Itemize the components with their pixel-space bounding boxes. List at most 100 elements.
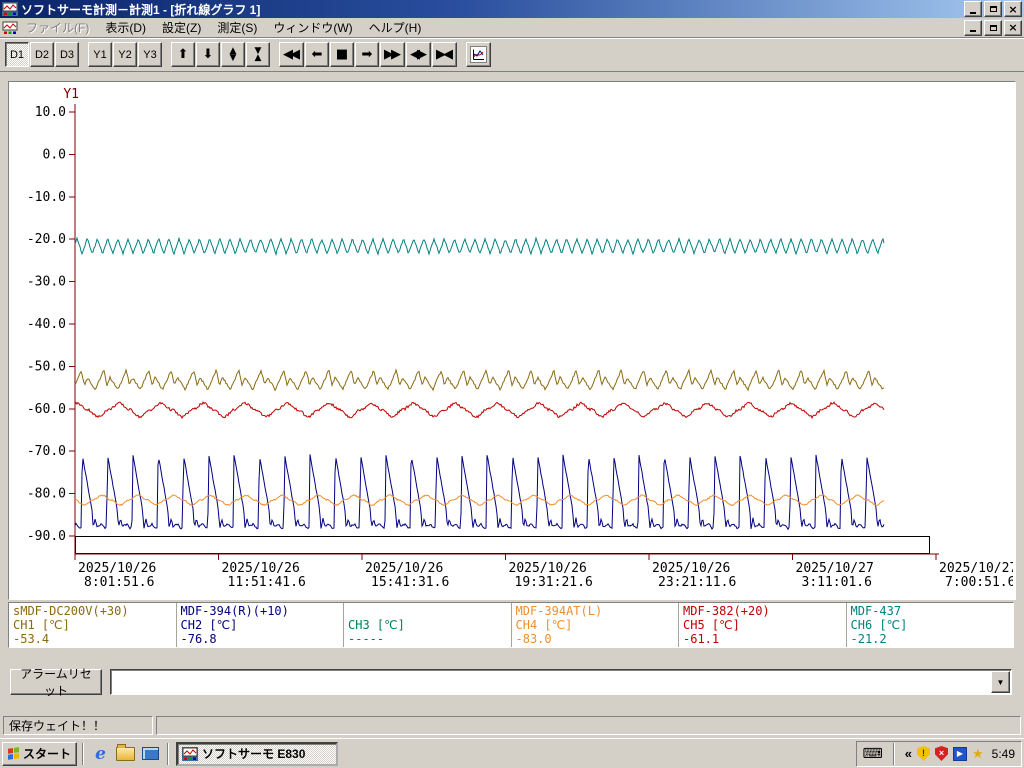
toolbar-button-expand-vertical[interactable]: ▲ ▼ (221, 42, 245, 67)
child-restore-button[interactable] (984, 19, 1002, 36)
tray-divider (892, 742, 895, 765)
legend-cell-ch5: MDF-382(+20) CH5 [℃] -61.1 (679, 603, 847, 647)
toolbar-button-scroll-right[interactable]: ➡ (355, 42, 379, 67)
toolbar-separator (271, 42, 279, 67)
legend-cell-ch6: MDF-437 CH6 [℃] -21.2 (847, 603, 1014, 647)
svg-text:19:31:21.6: 19:31:21.6 (515, 575, 593, 590)
legend-cell-ch2: MDF-394(R)(+10) CH2 [℃] -76.8 (177, 603, 344, 647)
channel-label: CH3 [℃] (348, 618, 405, 632)
scroll-down-icon: ⬇ (202, 47, 214, 62)
system-tray: ⌨ «! × ▶ ★ 5:49 (855, 740, 1022, 767)
channel-label: CH4 [℃] (515, 618, 573, 632)
channel-sensor-name: MDF-394AT(L) (515, 604, 603, 618)
channel-value: -83.0 (515, 632, 552, 646)
messenger-star-icon[interactable]: ★ (972, 746, 984, 762)
channel-value: -21.2 (850, 632, 887, 646)
channel-label: CH6 [℃] (850, 618, 908, 632)
menu-settings[interactable]: 設定(Z) (154, 17, 209, 38)
keyboard-indicator-icon[interactable]: ⌨ (863, 747, 883, 761)
alarm-combobox: ▼ (110, 669, 1012, 695)
toolbar-button-graph-display[interactable] (466, 42, 491, 67)
menu-window[interactable]: ウィンドウ(W) (265, 17, 360, 38)
toolbar-button-d1[interactable]: D1 (5, 42, 29, 67)
status-extra-panel (156, 716, 1021, 735)
series-line-ch6 (74, 236, 885, 257)
child-minimize-button[interactable] (964, 19, 982, 36)
series-line-ch1 (74, 368, 885, 392)
alarm-combobox-field[interactable] (112, 671, 991, 693)
fast-forward-icon: ▶▶ (384, 47, 401, 62)
channel-sensor-name: MDF-382(+20) (683, 604, 770, 618)
toolbar-button-compress-horizontal[interactable]: ▶◀ (432, 42, 457, 67)
channel-legend: sMDF-DC200V(+30) CH1 [℃] -53.4 MDF-394(R)(+… (8, 602, 1014, 648)
legend-cell-ch3: CH3 [℃] ----- (344, 603, 512, 647)
graph-window-client: Y1 10.0 0.0 -10.0 -20.0 -30.0 -40.0 -50.0 -60.0 -… (0, 71, 1024, 713)
menu-view[interactable]: 表示(D) (97, 17, 154, 38)
menu-measure[interactable]: 測定(S) (209, 17, 265, 38)
restore-button[interactable] (984, 1, 1002, 17)
toolbar-button-y2[interactable]: Y2 (113, 42, 137, 67)
quick-launch-bar: e (89, 743, 162, 765)
axis-lines (74, 104, 939, 555)
svg-text:2025/10/26: 2025/10/26 (78, 561, 156, 576)
internet-explorer-icon[interactable]: e (89, 743, 112, 765)
svg-text:8:01:51.6: 8:01:51.6 (84, 575, 154, 590)
menu-file[interactable]: ファイル(F) (18, 17, 97, 38)
toolbar-button-stop[interactable]: ■ (330, 42, 354, 67)
child-window-icon[interactable] (2, 20, 18, 35)
security-error-shield-icon[interactable]: × (934, 746, 948, 761)
channel-label: CH5 [℃] (683, 618, 740, 632)
svg-text:2025/10/26: 2025/10/26 (509, 561, 587, 576)
close-button[interactable]: × (1004, 1, 1022, 17)
menu-help[interactable]: ヘルプ(H) (361, 17, 430, 38)
legend-cell-ch1: sMDF-DC200V(+30) CH1 [℃] -53.4 (9, 603, 177, 647)
toolbar-button-fast-rewind[interactable]: ◀◀ (279, 42, 304, 67)
alarm-reset-button[interactable]: アラームリセット (10, 667, 102, 698)
svg-text:-70.0: -70.0 (27, 444, 66, 459)
svg-text:-20.0: -20.0 (27, 232, 66, 247)
svg-text:2025/10/26: 2025/10/26 (652, 561, 730, 576)
toolbar-button-scroll-up[interactable]: ⬆ (171, 42, 195, 67)
svg-text:7:00:51.6: 7:00:51.6 (945, 575, 1013, 590)
toolbar-button-scroll-down[interactable]: ⬇ (196, 42, 220, 67)
toolbar-button-d3[interactable]: D3 (55, 42, 79, 67)
stop-icon: ■ (335, 47, 348, 62)
toolbar-separator (458, 42, 466, 67)
task-button-softthermo[interactable]: ソフトサーモ E830 (176, 741, 339, 766)
channel-value: -61.1 (683, 632, 720, 646)
scroll-up-icon: ⬆ (177, 47, 189, 62)
child-close-button[interactable]: × (1004, 19, 1022, 36)
menu-items: ファイル(F) 表示(D) 設定(Z) 測定(S) ウィンドウ(W) ヘルプ(H) (18, 17, 429, 38)
channel-value: -53.4 (13, 632, 50, 646)
toolbar-button-compress-vertical[interactable]: ▼ ▲ (246, 42, 270, 67)
chart-panel: Y1 10.0 0.0 -10.0 -20.0 -30.0 -40.0 -50.0 -60.0 -… (8, 81, 1016, 600)
svg-text:23:21:11.6: 23:21:11.6 (658, 575, 736, 590)
status-message: 保存ウェイト！！ (3, 716, 153, 735)
hide-tray-icons-chevron[interactable]: « (905, 746, 912, 761)
start-button[interactable]: スタート (2, 741, 78, 766)
svg-text:Y1: Y1 (63, 87, 79, 102)
series-line-ch4 (74, 494, 885, 507)
channel-sensor-name (348, 604, 507, 618)
toolbar-button-y3[interactable]: Y3 (138, 42, 162, 67)
channel-label: CH1 [℃] (13, 618, 70, 632)
security-warning-shield-icon[interactable]: ! (916, 746, 930, 761)
channel-label: CH2 [℃] (180, 618, 238, 632)
series-line-ch5 (74, 401, 885, 420)
toolbar-button-d2[interactable]: D2 (30, 42, 54, 67)
toolbar-button-scroll-left[interactable]: ⬅ (305, 42, 329, 67)
folder-icon[interactable] (114, 743, 137, 765)
status-bar: 保存ウェイト！！ (0, 713, 1024, 738)
toolbar-button-y1[interactable]: Y1 (88, 42, 112, 67)
show-desktop-icon[interactable] (139, 743, 162, 765)
status-text: 保存ウェイト！！ (9, 719, 106, 733)
toolbar-button-fast-forward[interactable]: ▶▶ (380, 42, 405, 67)
media-player-icon[interactable]: ▶ (952, 746, 967, 761)
minimize-button[interactable] (964, 1, 982, 17)
child-restore-icon (989, 24, 997, 31)
line-chart: Y1 10.0 0.0 -10.0 -20.0 -30.0 -40.0 -50.0 -60.0 -… (27, 87, 1013, 590)
toolbar-button-expand-horizontal[interactable]: ◀▶ (406, 42, 431, 67)
taskbar: スタート e ソフトサーモ E830 ⌨ «! × ▶ ★ 5:49 (0, 738, 1024, 768)
fast-rewind-icon: ◀◀ (283, 47, 300, 62)
alarm-combobox-dropdown-button[interactable]: ▼ (991, 671, 1010, 693)
